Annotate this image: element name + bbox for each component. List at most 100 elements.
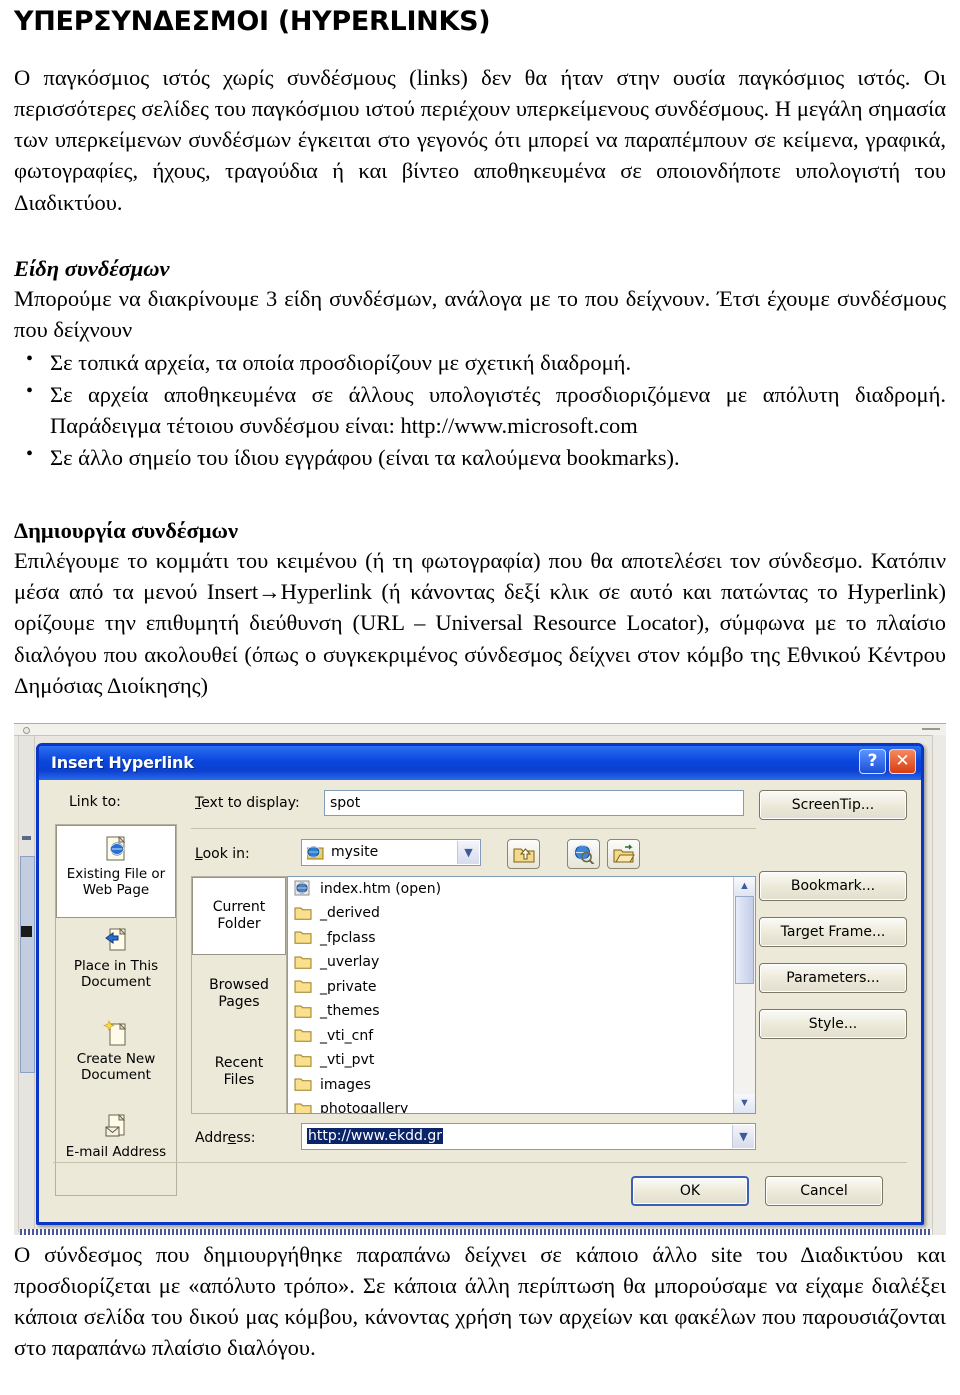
html-page-icon (294, 880, 314, 897)
list-item-label: _vti_cnf (320, 1027, 374, 1044)
list-item[interactable]: images (288, 1073, 755, 1098)
list-item: Σε άλλο σημείο του ίδιου εγγράφου (είναι… (14, 441, 946, 473)
document-page: ΥΠΕΡΣΥΝΔΕΣΜΟΙ (HYPERLINKS) Ο παγκόσμιος … (0, 6, 960, 1395)
sidebar-item-existing-file-or-web-page[interactable]: Existing File or Web Page (56, 824, 176, 918)
browse-mode-rail: Current Folder Browsed Pages Recent File… (191, 875, 287, 1114)
page-title: ΥΠΕΡΣΥΝΔΕΣΜΟΙ (HYPERLINKS) (14, 6, 491, 37)
file-list-scroll-thumb[interactable] (735, 895, 754, 984)
sidebar-item-place-in-this-document[interactable]: Place in This Document (56, 918, 176, 1011)
chevron-down-icon[interactable]: ▼ (732, 1124, 754, 1148)
globe-folder-icon (307, 845, 324, 860)
bookmark-button-label: Bookmark... (790, 877, 876, 894)
address-combobox[interactable]: http://www.ekdd.gr ▼ (301, 1122, 756, 1150)
style-button-label: Style... (808, 1015, 858, 1032)
cancel-button-label: Cancel (800, 1182, 848, 1199)
list-item-label: _uverlay (320, 954, 380, 971)
list-item[interactable]: _vti_pvt (288, 1048, 755, 1073)
section-heading-create: Δημιουργία συνδέσμων (14, 518, 239, 544)
subrail-item-recent-files[interactable]: Recent Files (192, 1033, 286, 1111)
up-one-folder-icon[interactable] (507, 838, 540, 869)
file-list[interactable]: index.htm (open) _derived _fpclass _uver… (287, 875, 756, 1114)
sidebar-item-label: E-mail Address (65, 1143, 167, 1160)
chevron-down-icon[interactable]: ▼ (457, 840, 479, 864)
list-item-label: _fpclass (320, 929, 376, 946)
list-item-label: _themes (320, 1003, 380, 1020)
help-icon[interactable]: ? (859, 748, 886, 774)
screentip-button-label: ScreenTip... (791, 796, 875, 813)
look-in-label: Look in: (195, 845, 250, 862)
parameters-button-label: Parameters... (786, 969, 880, 986)
cancel-button-wrap: Cancel (765, 1175, 883, 1206)
text-to-display-label-rest: ext to display: (201, 794, 300, 811)
scrollbar-thumb[interactable] (20, 855, 35, 1073)
scrollbar-marker (21, 925, 32, 937)
list-item: Σε τοπικά αρχεία, τα οποία προσδιορίζουν… (14, 346, 946, 378)
folder-icon (294, 929, 314, 946)
list-item[interactable]: _uverlay (288, 950, 755, 975)
list-item[interactable]: _vti_cnf (288, 1024, 755, 1049)
target-frame-button-label: Target Frame... (780, 923, 886, 940)
list-item[interactable]: photogallery (288, 1097, 755, 1113)
list-item-label: _derived (320, 905, 380, 922)
list-item[interactable]: index.htm (open) (288, 877, 755, 902)
list-item-label: _private (320, 978, 377, 995)
subrail-item-browsed-pages[interactable]: Browsed Pages (192, 955, 286, 1033)
place-in-document-icon (102, 926, 130, 956)
folder-icon (294, 1003, 314, 1020)
section-heading-types: Είδη συνδέσμων (14, 255, 170, 281)
browse-for-file-icon[interactable] (607, 838, 640, 869)
list-item[interactable]: _derived (288, 901, 755, 926)
dialog-titlebar[interactable]: Insert Hyperlink ? ✕ (39, 745, 921, 780)
address-label-a: Addr (195, 1129, 228, 1146)
parameters-button[interactable]: Parameters... (759, 962, 907, 993)
intro-paragraph: Ο παγκόσμιος ιστός χωρίς συνδέσμους (lin… (14, 65, 946, 215)
folder-icon (294, 1027, 314, 1044)
scrollbar-grip (22, 835, 31, 840)
text-to-display-label: Text to display: (195, 794, 300, 811)
list-item-label: _vti_pvt (320, 1052, 375, 1069)
host-window-scrollbar[interactable] (18, 735, 35, 1232)
scroll-down-icon[interactable]: ▼ (734, 1093, 755, 1113)
address-label: Address: (195, 1129, 256, 1146)
sidebar-item-create-new-document[interactable]: Create New Document (56, 1011, 176, 1104)
link-to-label: Link to: (69, 793, 121, 810)
screentip-button[interactable]: ScreenTip... (759, 789, 907, 820)
create-new-document-icon (102, 1019, 130, 1049)
sidebar-item-label: Place in This Document (73, 957, 159, 990)
browse-the-web-icon[interactable] (567, 838, 600, 869)
target-frame-button[interactable]: Target Frame... (759, 916, 907, 947)
style-button[interactable]: Style... (759, 1008, 907, 1039)
sidebar-item-email-address[interactable]: E-mail Address (56, 1104, 176, 1197)
email-address-icon (102, 1112, 130, 1142)
look-in-label-rest: ook in: (202, 845, 250, 862)
ok-button[interactable]: OK (631, 1175, 749, 1206)
list-item[interactable]: _private (288, 975, 755, 1000)
closing-paragraph: Ο σύνδεσμος που δημιουργήθηκε παραπάνω δ… (14, 1241, 946, 1360)
text-to-display-input[interactable]: spot (324, 789, 744, 816)
file-list-scrollbar[interactable]: ▲ ▼ (733, 876, 755, 1113)
list-item: Σε αρχεία αποθηκευμένα σε άλλους υπολογι… (14, 378, 946, 441)
insert-hyperlink-screenshot: Insert Hyperlink ? ✕ Link to: Existing F… (14, 722, 946, 1235)
bookmark-button[interactable]: Bookmark... (759, 870, 907, 901)
list-item-label: index.htm (open) (320, 880, 442, 897)
text-to-display-value: spot (330, 794, 361, 811)
look-in-value: mysite (331, 844, 379, 861)
close-icon[interactable]: ✕ (889, 748, 916, 774)
link-types-list: Σε τοπικά αρχεία, τα οποία προσδιορίζουν… (14, 346, 946, 473)
subrail-item-current-folder[interactable]: Current Folder (192, 876, 286, 955)
look-in-combobox[interactable]: mysite ▼ (301, 838, 481, 866)
host-window-right-edge (932, 734, 946, 1235)
link-to-rail: Existing File or Web Page Place in This … (55, 823, 177, 1197)
sidebar-item-label: Create New Document (76, 1050, 156, 1083)
folder-icon (294, 978, 314, 995)
list-item[interactable]: _themes (288, 999, 755, 1024)
cancel-button[interactable]: Cancel (765, 1175, 883, 1206)
list-item[interactable]: _fpclass (288, 926, 755, 951)
folder-icon (294, 1052, 314, 1069)
host-window-bottom-edge (20, 1228, 932, 1235)
folder-icon (294, 905, 314, 922)
titlebar-buttons: ? ✕ (859, 748, 916, 774)
scroll-up-icon[interactable]: ▲ (734, 876, 755, 896)
